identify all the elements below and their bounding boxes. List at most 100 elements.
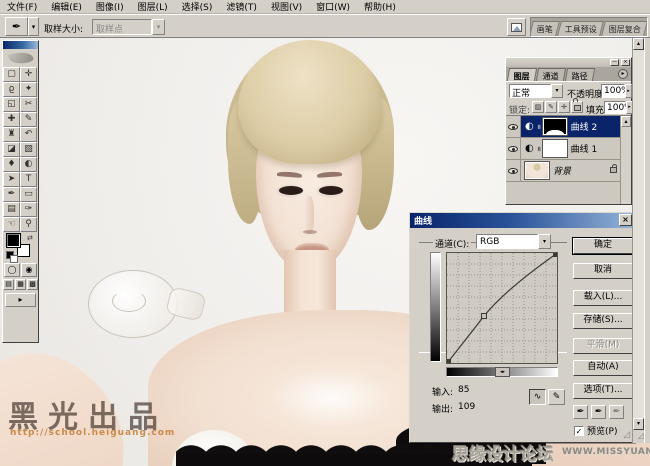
palette-well-tab-layer-comps[interactable]: 图层复合 — [601, 21, 647, 36]
lock-all-toggle[interactable] — [571, 101, 583, 113]
tab-paths[interactable]: 路径 — [564, 68, 596, 81]
menu-item-edit[interactable]: 编辑(E) — [44, 0, 89, 14]
scroll-up-button[interactable]: ▴ — [621, 116, 631, 127]
standard-mode-button[interactable]: ◯ — [4, 263, 20, 277]
layers-palette-title-bar[interactable]: — × — [506, 58, 631, 67]
menu-item-filter[interactable]: 滤镜(T) — [219, 0, 264, 14]
close-icon[interactable]: × — [619, 214, 632, 226]
palette-well-tab-tool-presets[interactable]: 工具预设 — [557, 21, 604, 36]
menu-item-file[interactable]: 文件(F) — [0, 0, 44, 14]
gray-point-eyedropper-button[interactable]: ✒ — [591, 405, 606, 419]
tool-magic-wand[interactable]: ✦ — [20, 82, 37, 97]
fullscreen-menubar-button[interactable]: ▦ — [15, 279, 26, 290]
tool-eraser[interactable]: ◪ — [3, 142, 20, 157]
opacity-value[interactable]: 100% — [601, 84, 630, 98]
tool-healing-brush[interactable]: ✚ — [3, 112, 20, 127]
pencil-curve-mode-button[interactable]: ✎ — [548, 389, 565, 405]
layer-name[interactable]: 曲线 2 — [571, 120, 598, 133]
tool-history-brush[interactable]: ↶ — [20, 127, 37, 142]
sample-size-select[interactable]: 取样点 — [92, 19, 152, 35]
tool-eyedropper[interactable]: ✑ — [20, 202, 37, 217]
curve-line[interactable] — [447, 253, 557, 363]
menu-item-help[interactable]: 帮助(H) — [357, 0, 403, 14]
opacity-slider-button[interactable]: ▸ — [625, 84, 632, 98]
menu-item-view[interactable]: 视图(V) — [264, 0, 309, 14]
tool-crop[interactable]: ◱ — [3, 97, 20, 112]
tool-notes[interactable]: ▤ — [3, 202, 20, 217]
layer-mask-thumbnail[interactable] — [541, 139, 568, 158]
curves-dialog-title-bar[interactable]: 曲线 × — [410, 213, 634, 228]
tool-shape[interactable]: ▭ — [20, 187, 37, 202]
tool-move[interactable]: ✛ — [20, 67, 37, 82]
toolbox-title-bar[interactable] — [3, 41, 38, 49]
layer-list-scrollbar[interactable]: ▴ — [620, 116, 631, 204]
active-tool-eyedropper-button[interactable]: ✒ — [5, 17, 28, 36]
layer-mask-thumbnail[interactable] — [541, 117, 568, 136]
tool-slice[interactable]: ✂ — [20, 97, 37, 112]
palette-menu-button[interactable]: ▸ — [618, 69, 628, 79]
resize-grip-icon[interactable]: ◿ — [623, 430, 630, 440]
menu-item-image[interactable]: 图像(I) — [89, 0, 131, 14]
layer-row-background[interactable]: 背景 — [506, 160, 631, 182]
standard-screen-button[interactable]: ▤ — [3, 279, 14, 290]
document-vertical-scrollbar[interactable]: ▴ ▾ ◿ — [632, 38, 644, 443]
scroll-up-button[interactable]: ▴ — [633, 38, 644, 50]
channel-dropdown-button[interactable]: ▾ — [538, 234, 551, 249]
load-button[interactable]: 载入(L)... — [573, 290, 633, 306]
tool-rectangular-marquee[interactable]: ▢ — [3, 67, 20, 82]
palette-well-tab-brushes[interactable]: 画笔 — [531, 21, 560, 36]
close-icon[interactable]: × — [621, 59, 630, 66]
fullscreen-button[interactable]: ▩ — [27, 279, 38, 290]
file-browser-button[interactable] — [507, 18, 526, 36]
layer-thumbnail[interactable] — [524, 161, 550, 180]
tab-layers[interactable]: 图层 — [506, 68, 538, 81]
menu-item-select[interactable]: 选择(S) — [175, 0, 220, 14]
default-colors-icon-bg[interactable] — [10, 255, 18, 263]
window-resize-grip[interactable]: ◿ — [633, 430, 644, 443]
scroll-down-button[interactable]: ▾ — [633, 418, 644, 430]
options-button[interactable]: 选项(T)... — [573, 383, 633, 399]
tool-brush[interactable]: ✎ — [20, 112, 37, 127]
black-point-eyedropper-button[interactable]: ✒ — [573, 405, 588, 419]
tool-hand[interactable]: ☜ — [3, 217, 20, 232]
tab-channels[interactable]: 通道 — [535, 68, 567, 81]
ok-button[interactable]: 确定 — [573, 238, 633, 254]
visibility-toggle[interactable] — [506, 160, 521, 181]
preview-checkbox[interactable]: ✓ — [574, 425, 584, 436]
lock-transparency-toggle[interactable]: ▨ — [532, 101, 544, 113]
visibility-toggle[interactable] — [506, 116, 521, 137]
white-point-eyedropper-button[interactable]: ✒ — [609, 405, 624, 419]
auto-button[interactable]: 自动(A) — [573, 360, 633, 376]
layer-row-curves-2[interactable]: ◐ ∞ 曲线 2 — [506, 116, 631, 138]
curve-endpoint-highlights[interactable] — [553, 253, 557, 257]
tool-path-selection[interactable]: ➤ — [3, 172, 20, 187]
layer-row-curves-1[interactable]: ◐ ∞ 曲线 1 — [506, 138, 631, 160]
tool-zoom[interactable]: ⚲ — [20, 217, 37, 232]
layer-name[interactable]: 曲线 1 — [571, 142, 598, 155]
lock-position-toggle[interactable]: ✛ — [558, 101, 570, 113]
blend-mode-select[interactable]: 正常 — [509, 84, 551, 99]
fill-value[interactable]: 100% — [604, 101, 633, 114]
lock-pixels-toggle[interactable]: ✎ — [545, 101, 557, 113]
gradient-flip-handle[interactable]: ◂▸ — [495, 367, 510, 377]
blend-mode-dropdown-button[interactable]: ▾ — [551, 84, 563, 98]
tool-dodge[interactable]: ◐ — [20, 157, 37, 172]
point-curve-mode-button[interactable]: ∿ — [529, 389, 546, 405]
minimize-button[interactable]: — — [610, 59, 619, 66]
tool-pen[interactable]: ✒ — [3, 187, 20, 202]
tool-type[interactable]: T — [20, 172, 37, 187]
menu-item-window[interactable]: 窗口(W) — [309, 0, 357, 14]
layer-name[interactable]: 背景 — [553, 164, 571, 177]
tool-gradient[interactable]: ▧ — [20, 142, 37, 157]
curve-control-point[interactable] — [481, 313, 487, 319]
imageready-button[interactable]: ▸ — [5, 293, 36, 307]
curves-grid[interactable] — [446, 252, 558, 364]
quick-mask-mode-button[interactable]: ◉ — [21, 263, 37, 277]
foreground-color-swatch[interactable] — [6, 233, 21, 248]
visibility-toggle[interactable] — [506, 138, 521, 159]
cancel-button[interactable]: 取消 — [573, 263, 633, 279]
tool-blur[interactable]: ♦ — [3, 157, 20, 172]
sample-size-dropdown-button[interactable]: ▾ — [152, 19, 165, 35]
active-tool-dropdown-button[interactable]: ▾ — [28, 17, 39, 36]
tool-clone-stamp[interactable]: ♜ — [3, 127, 20, 142]
